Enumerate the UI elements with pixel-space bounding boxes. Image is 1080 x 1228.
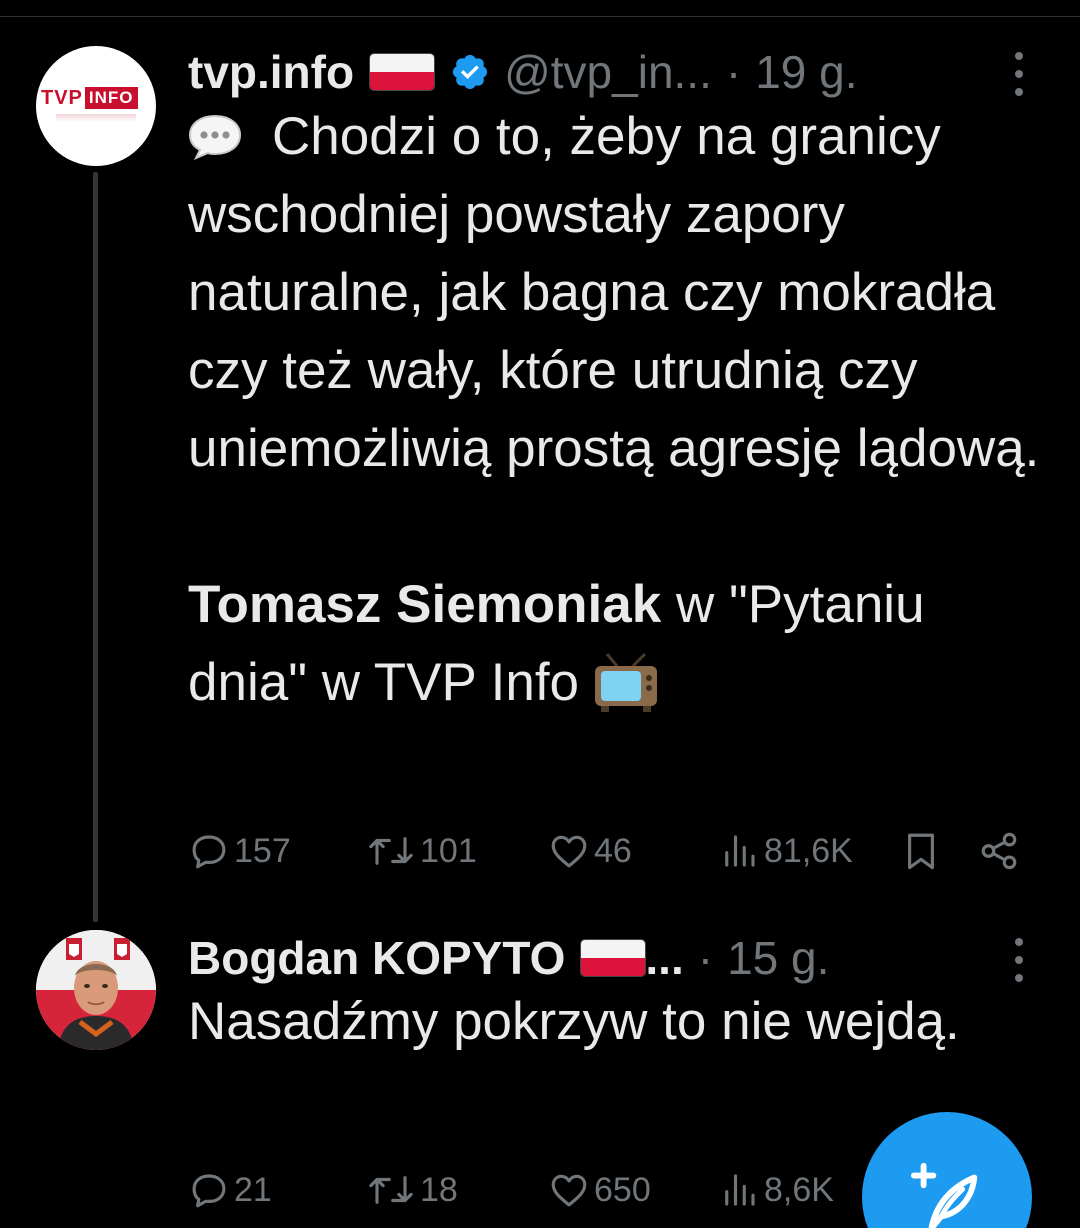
tv-emoji bbox=[595, 652, 658, 712]
retweet-icon bbox=[369, 837, 413, 865]
bookmark-button[interactable] bbox=[900, 826, 942, 876]
reply-icon bbox=[192, 1174, 226, 1208]
views-icon bbox=[725, 835, 755, 867]
like-icon bbox=[551, 835, 587, 868]
verified-icon bbox=[452, 54, 488, 90]
display-name[interactable]: tvp.info bbox=[188, 45, 354, 99]
like-count: 46 bbox=[594, 831, 632, 870]
like-button[interactable]: 46 bbox=[548, 826, 632, 876]
retweet-count: 18 bbox=[420, 1170, 458, 1209]
speech-balloon-emoji bbox=[188, 114, 242, 160]
avatar[interactable]: TVP INFO bbox=[36, 46, 156, 166]
like-icon bbox=[551, 1174, 587, 1207]
retweet-button[interactable]: 101 bbox=[366, 826, 477, 876]
views-button[interactable]: 8,6K bbox=[718, 1165, 834, 1215]
views-count: 81,6K bbox=[764, 831, 853, 870]
tweet-text: Nasadźmy pokrzyw to nie wejdą. bbox=[188, 992, 960, 1051]
avatar[interactable] bbox=[36, 930, 156, 1050]
separator: · bbox=[697, 932, 714, 984]
compose-button[interactable] bbox=[862, 1112, 1032, 1228]
top-divider bbox=[0, 16, 1080, 17]
thread-line bbox=[93, 172, 98, 922]
timeline: TVP INFO tvp.info @tvp_in... · 19 g. Cho… bbox=[0, 0, 1080, 1228]
tweet-text: Chodzi o to, żeby na granicy wschodniej … bbox=[188, 98, 1048, 722]
like-count: 650 bbox=[594, 1170, 651, 1209]
tweet-header: Bogdan KOPYTO ... · 15 g. bbox=[188, 928, 829, 988]
share-button[interactable] bbox=[978, 826, 1020, 876]
compose-icon bbox=[910, 1162, 978, 1228]
separator: · bbox=[725, 46, 742, 98]
tweet-paragraph: Chodzi o to, żeby na granicy wschodniej … bbox=[188, 107, 1040, 478]
name-ellipsis: ... bbox=[645, 932, 684, 984]
tweet-header: tvp.info @tvp_in... · 19 g. bbox=[188, 42, 858, 102]
views-count: 8,6K bbox=[764, 1170, 834, 1209]
more-icon[interactable] bbox=[1014, 52, 1024, 96]
retweet-icon bbox=[369, 1176, 413, 1204]
like-button[interactable]: 650 bbox=[548, 1165, 651, 1215]
reply-count: 157 bbox=[234, 831, 291, 870]
bookmark-icon bbox=[908, 833, 934, 870]
reply-count: 21 bbox=[234, 1170, 272, 1209]
more-icon[interactable] bbox=[1014, 938, 1024, 982]
retweet-count: 101 bbox=[420, 831, 477, 870]
reply-button[interactable]: 157 bbox=[188, 826, 291, 876]
views-button[interactable]: 81,6K bbox=[718, 826, 853, 876]
logo-reflection bbox=[56, 114, 136, 122]
timestamp[interactable]: 15 g. bbox=[727, 931, 829, 985]
share-icon bbox=[981, 832, 1017, 870]
views-icon bbox=[725, 1174, 755, 1206]
tweet-credit: Tomasz Siemoniak w "Pytaniu dnia" w TVP … bbox=[188, 575, 925, 712]
display-name[interactable]: Bogdan KOPYTO bbox=[188, 931, 565, 985]
tvp-info-logo: TVP INFO bbox=[41, 84, 153, 112]
handle[interactable]: @tvp_in... bbox=[504, 45, 712, 99]
timestamp[interactable]: 19 g. bbox=[755, 45, 857, 99]
tweet-actions: 157 101 46 81,6K bbox=[188, 826, 1048, 876]
reply-icon bbox=[192, 835, 226, 869]
poland-flag-icon bbox=[581, 940, 646, 976]
poland-flag-icon bbox=[370, 54, 435, 90]
reply-button[interactable]: 21 bbox=[188, 1165, 272, 1215]
profile-photo bbox=[36, 930, 156, 1050]
retweet-button[interactable]: 18 bbox=[366, 1165, 458, 1215]
